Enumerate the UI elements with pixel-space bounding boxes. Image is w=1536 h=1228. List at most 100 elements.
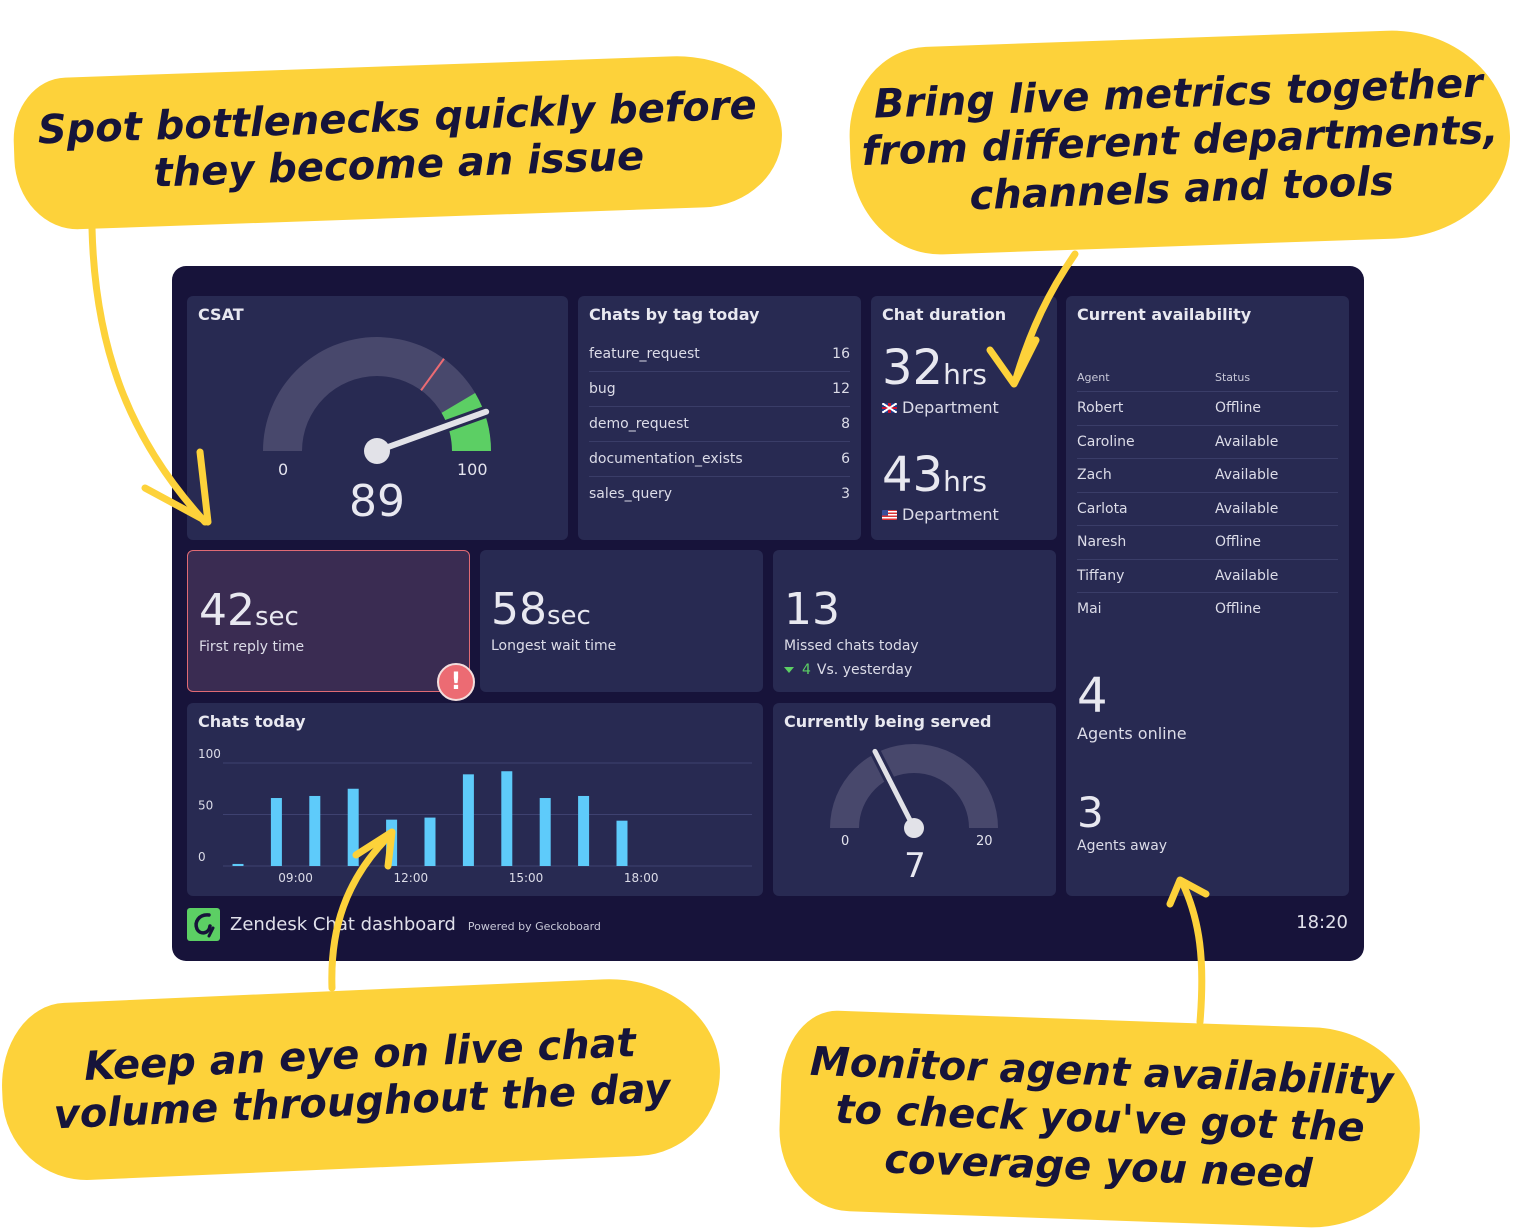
bar xyxy=(616,820,628,866)
tag-name: documentation_exists xyxy=(589,451,743,467)
trend-delta: 4 xyxy=(802,662,811,678)
agents-online-value: 4 xyxy=(1077,668,1108,724)
table-row: Robert Offline xyxy=(1077,392,1338,426)
first-reply-label: First reply time xyxy=(199,639,305,655)
widget-title: Current availability xyxy=(1077,305,1252,324)
x-tick-label: 18:00 xyxy=(624,871,659,885)
y-tick-label: 0 xyxy=(198,850,206,864)
agents-online-label: Agents online xyxy=(1077,724,1187,743)
gauge-min-label: 0 xyxy=(278,460,289,479)
trend-indicator: 4 Vs. yesterday xyxy=(784,662,919,678)
agents-online-stat: 4 Agents online xyxy=(1077,672,1187,743)
agent-name: Caroline xyxy=(1077,433,1135,450)
tag-row: feature_request 16 xyxy=(589,337,850,372)
clock: 18:20 xyxy=(1296,912,1348,933)
chats-today-chart: 0 50 100 09:00 12:00 15:00 18:00 xyxy=(198,747,752,885)
dashboard-footer: Zendesk Chat dashboard Powered by Geckob… xyxy=(187,907,601,941)
agent-name: Tiffany xyxy=(1077,567,1125,584)
availability-table: Agent Status Robert Offline Caroline Availa… xyxy=(1077,368,1338,627)
longest-wait-value: 58 xyxy=(491,584,547,635)
dashboard: CSAT 0 100 89 Chats by tag today feature… xyxy=(172,266,1364,961)
currently-served-widget[interactable]: Currently being served 0 20 7 xyxy=(773,703,1056,896)
zendesk-chat-logo-icon xyxy=(187,907,220,941)
x-tick-label: 15:00 xyxy=(509,871,544,885)
table-row: Naresh Offline xyxy=(1077,526,1338,560)
tag-count: 6 xyxy=(841,451,850,467)
gauge-track xyxy=(830,744,998,828)
alert-icon: ! xyxy=(437,663,475,701)
dashboard-title: Zendesk Chat dashboard xyxy=(230,913,456,935)
duration-unit: hrs xyxy=(943,358,987,391)
uk-flag-icon xyxy=(882,402,897,413)
gauge-hub xyxy=(364,438,390,464)
csat-value: 89 xyxy=(349,476,405,527)
missed-chats-value: 13 xyxy=(784,584,840,635)
gauge-max-label: 100 xyxy=(457,460,488,479)
gauge-max-label: 20 xyxy=(976,834,993,849)
served-value: 7 xyxy=(904,846,926,886)
table-row: Zach Available xyxy=(1077,459,1338,493)
bar xyxy=(501,771,513,866)
y-tick-label: 50 xyxy=(198,799,213,813)
table-header: Agent Status xyxy=(1077,368,1338,392)
agent-status: Available xyxy=(1215,567,1279,584)
department-label: Department xyxy=(902,505,999,524)
tag-count: 16 xyxy=(832,346,850,362)
column-header-status: Status xyxy=(1215,371,1251,384)
first-reply-value: 42 xyxy=(199,585,255,636)
bar xyxy=(386,819,398,866)
chats-today-widget[interactable]: Chats today 0 50 100 09:00 12:00 15:00 18:00 xyxy=(187,703,763,896)
callout-spot-bottlenecks: Spot bottlenecks quickly before they beco… xyxy=(11,52,785,232)
powered-by-label: Powered by Geckoboard xyxy=(467,919,601,933)
chats-by-tag-widget[interactable]: Chats by tag today feature_request 16 bug… xyxy=(578,296,861,540)
missed-chats-widget[interactable]: 13 Missed chats today 4 Vs. yesterday xyxy=(773,550,1056,692)
tag-row: sales_query 3 xyxy=(589,477,850,512)
callout-bring-metrics: Bring live metrics together from differen… xyxy=(846,26,1514,258)
agent-status: Available xyxy=(1215,500,1279,517)
tag-count: 12 xyxy=(832,381,850,397)
gauge-min-label: 0 xyxy=(841,834,850,849)
availability-widget[interactable]: Current availability Agent Status Robert O… xyxy=(1066,296,1349,896)
bar xyxy=(578,795,590,866)
longest-wait-label: Longest wait time xyxy=(491,638,617,654)
us-flag-icon xyxy=(882,509,897,520)
tag-name: sales_query xyxy=(589,486,673,502)
agent-status: Available xyxy=(1215,467,1279,483)
first-reply-unit: sec xyxy=(255,602,299,632)
longest-wait-time-widget[interactable]: 58sec Longest wait time xyxy=(480,550,763,692)
tag-row: documentation_exists 6 xyxy=(589,442,850,477)
widget-title: Chat duration xyxy=(882,305,1007,324)
tag-count: 3 xyxy=(841,486,850,502)
chat-duration-widget[interactable]: Chat duration 32hrs Department 43hrs Dep… xyxy=(871,296,1057,540)
agents-away-value: 3 xyxy=(1077,788,1104,837)
agent-name: Robert xyxy=(1077,400,1124,416)
agents-away-stat: 3 Agents away xyxy=(1077,788,1168,855)
widget-title: Chats by tag today xyxy=(589,305,760,324)
agent-name: Zach xyxy=(1077,467,1112,483)
bar xyxy=(309,795,321,866)
gauge-hub xyxy=(904,818,924,838)
bar xyxy=(347,788,359,866)
tag-list: feature_request 16 bug 12 demo_request 8 do… xyxy=(589,337,850,512)
duration-unit: hrs xyxy=(943,465,987,498)
agent-status: Offline xyxy=(1215,400,1261,416)
tag-row: demo_request 8 xyxy=(589,407,850,442)
table-row: Carlota Available xyxy=(1077,493,1338,526)
first-reply-time-widget[interactable]: 42sec First reply time xyxy=(187,550,470,692)
duration-value: 32 xyxy=(882,340,944,396)
y-tick-label: 100 xyxy=(198,747,221,761)
tag-name: bug xyxy=(589,381,616,397)
tag-name: demo_request xyxy=(589,416,689,432)
department-label: Department xyxy=(902,398,999,417)
missed-chats-label: Missed chats today xyxy=(784,638,919,654)
tag-row: bug 12 xyxy=(589,372,850,407)
agents-away-label: Agents away xyxy=(1077,838,1168,854)
agent-status: Offline xyxy=(1215,601,1261,617)
bar xyxy=(270,798,282,866)
table-row: Mai Offline xyxy=(1077,593,1338,627)
table-row: Caroline Available xyxy=(1077,426,1338,459)
x-tick-label: 12:00 xyxy=(394,871,429,885)
bar xyxy=(462,774,474,866)
csat-widget[interactable]: CSAT 0 100 89 xyxy=(187,296,568,540)
agent-name: Mai xyxy=(1077,601,1102,617)
